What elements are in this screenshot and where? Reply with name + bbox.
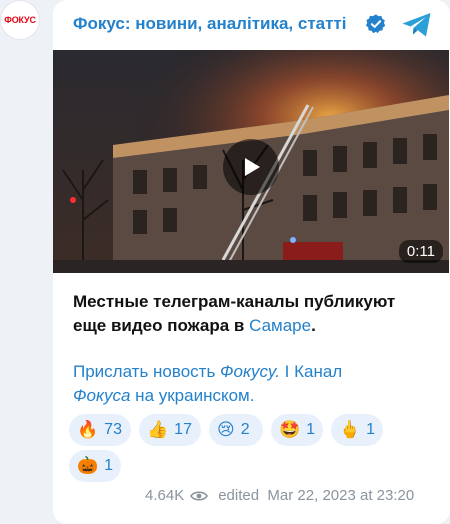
reaction-count: 2 xyxy=(240,421,250,438)
verified-badge-icon xyxy=(365,14,386,34)
channel-link-tail: на украинском. xyxy=(130,386,255,405)
thumbs-up-icon: 👍 xyxy=(147,420,169,440)
play-button[interactable] xyxy=(223,139,279,195)
message-body: Местные телеграм-каналы публикуют еще ви… xyxy=(73,292,396,335)
send-news-link[interactable]: Прислать новость Фокусу. xyxy=(73,362,280,381)
channel-name[interactable]: Фокус: новини, аналітика, статті xyxy=(73,14,347,34)
fire-icon: 🔥 xyxy=(77,420,99,440)
reaction-count: 73 xyxy=(104,421,122,438)
message-text: Местные телеграм-каналы публикуют еще ви… xyxy=(73,290,433,338)
view-count: 4.64K xyxy=(145,487,185,504)
reaction-star-struck[interactable]: 🤩 1 xyxy=(271,414,323,446)
edited-label: edited xyxy=(218,487,260,504)
reaction-count: 1 xyxy=(104,457,114,474)
link-separator: I xyxy=(279,362,295,381)
message-links: Прислать новость Фокусу. I Канал Фокуса … xyxy=(73,360,433,408)
reaction-count: 1 xyxy=(306,421,316,438)
message-card: Фокус: новини, аналітика, статті 0:11 Ме… xyxy=(53,0,450,524)
crying-face-icon: 😢 xyxy=(217,420,235,440)
star-struck-icon: 🤩 xyxy=(279,420,301,440)
message-period: . xyxy=(311,316,316,335)
message-header: Фокус: новини, аналітика, статті xyxy=(53,0,450,50)
reaction-fire[interactable]: 🔥 73 xyxy=(69,414,131,446)
pumpkin-icon: 🎃 xyxy=(77,456,99,476)
video-player[interactable]: 0:11 xyxy=(53,50,449,273)
city-link[interactable]: Самаре xyxy=(249,316,311,335)
channel-link-text: Канал xyxy=(294,362,343,381)
send-news-link-italic: Фокусу. xyxy=(220,362,280,381)
channel-link-italic: Фокуса xyxy=(73,386,131,405)
eye-icon xyxy=(190,490,209,501)
reaction-count: 17 xyxy=(174,421,192,438)
play-icon xyxy=(245,158,260,176)
send-news-link-text: Прислать новость xyxy=(73,362,221,381)
middle-finger-icon: 🖕 xyxy=(339,420,361,440)
avatar-logo-text: ФОКУС xyxy=(4,15,36,25)
reaction-thumbs-up[interactable]: 👍 17 xyxy=(139,414,201,446)
reaction-middle-finger[interactable]: 🖕 1 xyxy=(331,414,383,446)
reaction-pumpkin[interactable]: 🎃 1 xyxy=(69,450,121,482)
channel-avatar[interactable]: ФОКУС xyxy=(0,0,40,40)
reaction-count: 1 xyxy=(366,421,376,438)
message-date: Mar 22, 2023 at 23:20 xyxy=(267,487,415,504)
telegram-share-icon[interactable] xyxy=(401,12,433,38)
reaction-crying-face[interactable]: 😢 2 xyxy=(209,414,263,446)
video-duration: 0:11 xyxy=(398,240,443,263)
message-footer: 4.64K edited Mar 22, 2023 at 23:20 xyxy=(145,487,414,504)
